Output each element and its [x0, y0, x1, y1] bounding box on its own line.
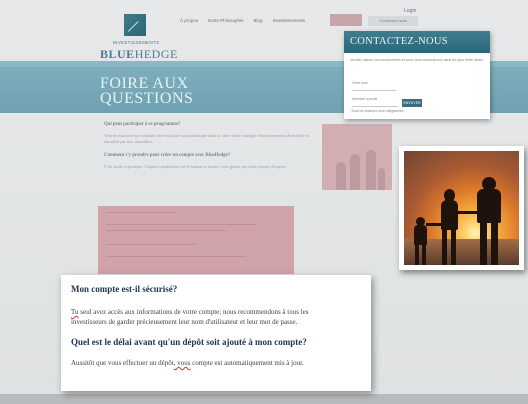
redacted-line [106, 230, 226, 231]
child-body [414, 225, 427, 245]
name-label: Votre nom [352, 81, 368, 85]
faq-zoom-card: Mon compte est-il sécurisé? Tu seul avez… [61, 275, 371, 391]
nav-item-philosophy[interactable]: Notre Philosophie [208, 18, 244, 23]
answer-line: Tu seul avez accès aux informations de v… [71, 307, 361, 317]
nav-item-blog[interactable]: Blog [254, 18, 263, 23]
contact-intro: Veuillez laisser vos coordonnées et nous… [350, 58, 484, 62]
page-title: FOIRE AUX QUESTIONS [100, 75, 194, 107]
faq-question: Qui peut participer à ce programme? [104, 122, 181, 127]
silhouette [336, 162, 346, 190]
logo-brand-bold: BLUE [100, 47, 135, 61]
name-input[interactable] [352, 87, 396, 91]
mother-leg [451, 228, 456, 265]
silhouette [366, 150, 376, 190]
spelling-error-word: , vous [173, 359, 191, 367]
email-label: Adresse courriel [352, 97, 378, 101]
family-photo-faded [322, 124, 392, 190]
submit-button[interactable]: ENVOYER [402, 99, 422, 107]
silhouette [350, 154, 360, 190]
email-input[interactable] [352, 103, 398, 107]
child-arm [426, 223, 442, 226]
father-leg [480, 221, 487, 265]
contact-title: CONTACTEZ-NOUS [344, 31, 490, 53]
faq-answer: Tout investisseur qui souhaite faire fru… [104, 133, 310, 144]
faq-list: Qui peut participer à ce programme? Tout… [104, 122, 314, 178]
mother-body [441, 200, 458, 230]
faq-question-deposit: Quel est le délai avant qu'un dépôt soit… [71, 337, 307, 347]
faq-question-security: Mon compte est-il sécurisé? [71, 284, 178, 294]
logo-icon [124, 14, 146, 36]
faq-answer: C'est facile et pratique. Cliquez simple… [104, 164, 288, 169]
nav-contact-button[interactable]: Contactez-nous [368, 16, 418, 26]
page-title-line2: QUESTIONS [100, 90, 194, 107]
nav-redaction [330, 14, 362, 26]
nav-item-about[interactable]: À propos [180, 18, 198, 23]
page-footer-bar [0, 394, 528, 404]
nav-item-investments[interactable]: Investissements [273, 18, 305, 23]
redacted-line [106, 224, 256, 225]
answer-line: investisseurs de garder précieusement le… [71, 318, 298, 326]
logo-brand[interactable]: BLUEHEDGE [100, 47, 178, 62]
joined-hands [456, 211, 478, 214]
logo-brand-regular: HEDGE [134, 47, 178, 61]
contact-note: Tous les champs sont obligatoires [351, 109, 404, 113]
login-link[interactable]: Login [404, 8, 416, 14]
father-body [477, 189, 501, 223]
redacted-line [106, 256, 246, 257]
family-sunset-photo [399, 146, 524, 270]
main-nav: À propos Notre Philosophie Blog Investis… [180, 18, 305, 23]
mother-leg [442, 228, 447, 265]
photo-image [404, 151, 519, 265]
answer-text: Aussitôt que vous effectuer un dépôt [71, 359, 174, 367]
logo-tagline: INVESTISSEMENTS [112, 40, 160, 45]
answer-text: seul avez accès aux informations de votr… [78, 308, 309, 316]
silhouette [378, 168, 385, 190]
spelling-error-word: Tu [71, 308, 79, 316]
redacted-line [106, 244, 196, 245]
faq-question: Comment s'y prendre pour créer un compte… [104, 153, 231, 158]
faq-answer-security: Tu seul avez accès aux informations de v… [71, 307, 361, 327]
child-leg [422, 243, 426, 265]
page-title-line1: FOIRE AUX [100, 75, 189, 92]
faq-answer-deposit: Aussitôt que vous effectuer un dépôt, vo… [71, 358, 361, 368]
redacted-line [106, 212, 176, 213]
child-leg [415, 243, 419, 265]
father-leg [491, 221, 498, 265]
redacted-content [98, 206, 294, 274]
answer-text: compte est automatiquement mis à jour. [190, 359, 304, 367]
